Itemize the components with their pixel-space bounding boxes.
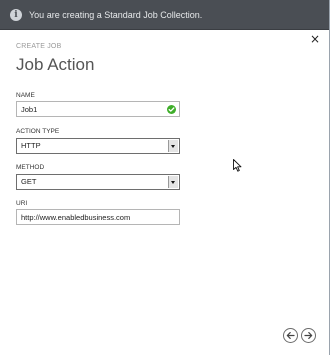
action-type-label: ACTION TYPE — [16, 128, 60, 135]
arrow-left-icon — [284, 331, 297, 340]
name-input[interactable] — [16, 101, 180, 117]
uri-input[interactable] — [16, 209, 180, 225]
page-title: Job Action — [16, 55, 95, 74]
method-label: METHOD — [16, 164, 45, 171]
uri-label: URI — [16, 200, 28, 207]
mouse-pointer-icon — [233, 159, 242, 177]
step-label: CREATE JOB — [16, 43, 62, 50]
chevron-down-icon[interactable] — [168, 140, 178, 152]
action-type-value: HTTP — [21, 141, 41, 150]
info-icon: i — [10, 9, 22, 21]
banner-message: You are creating a Standard Job Collecti… — [29, 10, 203, 20]
job-wizard-dialog: i You are creating a Standard Job Collec… — [0, 0, 330, 355]
check-valid-icon — [167, 105, 176, 114]
arrow-right-icon — [302, 331, 315, 340]
method-value: GET — [21, 177, 37, 186]
info-banner: i You are creating a Standard Job Collec… — [0, 0, 329, 30]
back-button[interactable] — [283, 328, 298, 343]
chevron-down-icon[interactable] — [168, 176, 178, 188]
name-label: NAME — [16, 92, 35, 99]
method-select[interactable]: GET — [16, 174, 180, 190]
action-type-select[interactable]: HTTP — [16, 138, 180, 154]
close-icon[interactable]: × — [309, 33, 321, 45]
next-button[interactable] — [301, 328, 316, 343]
